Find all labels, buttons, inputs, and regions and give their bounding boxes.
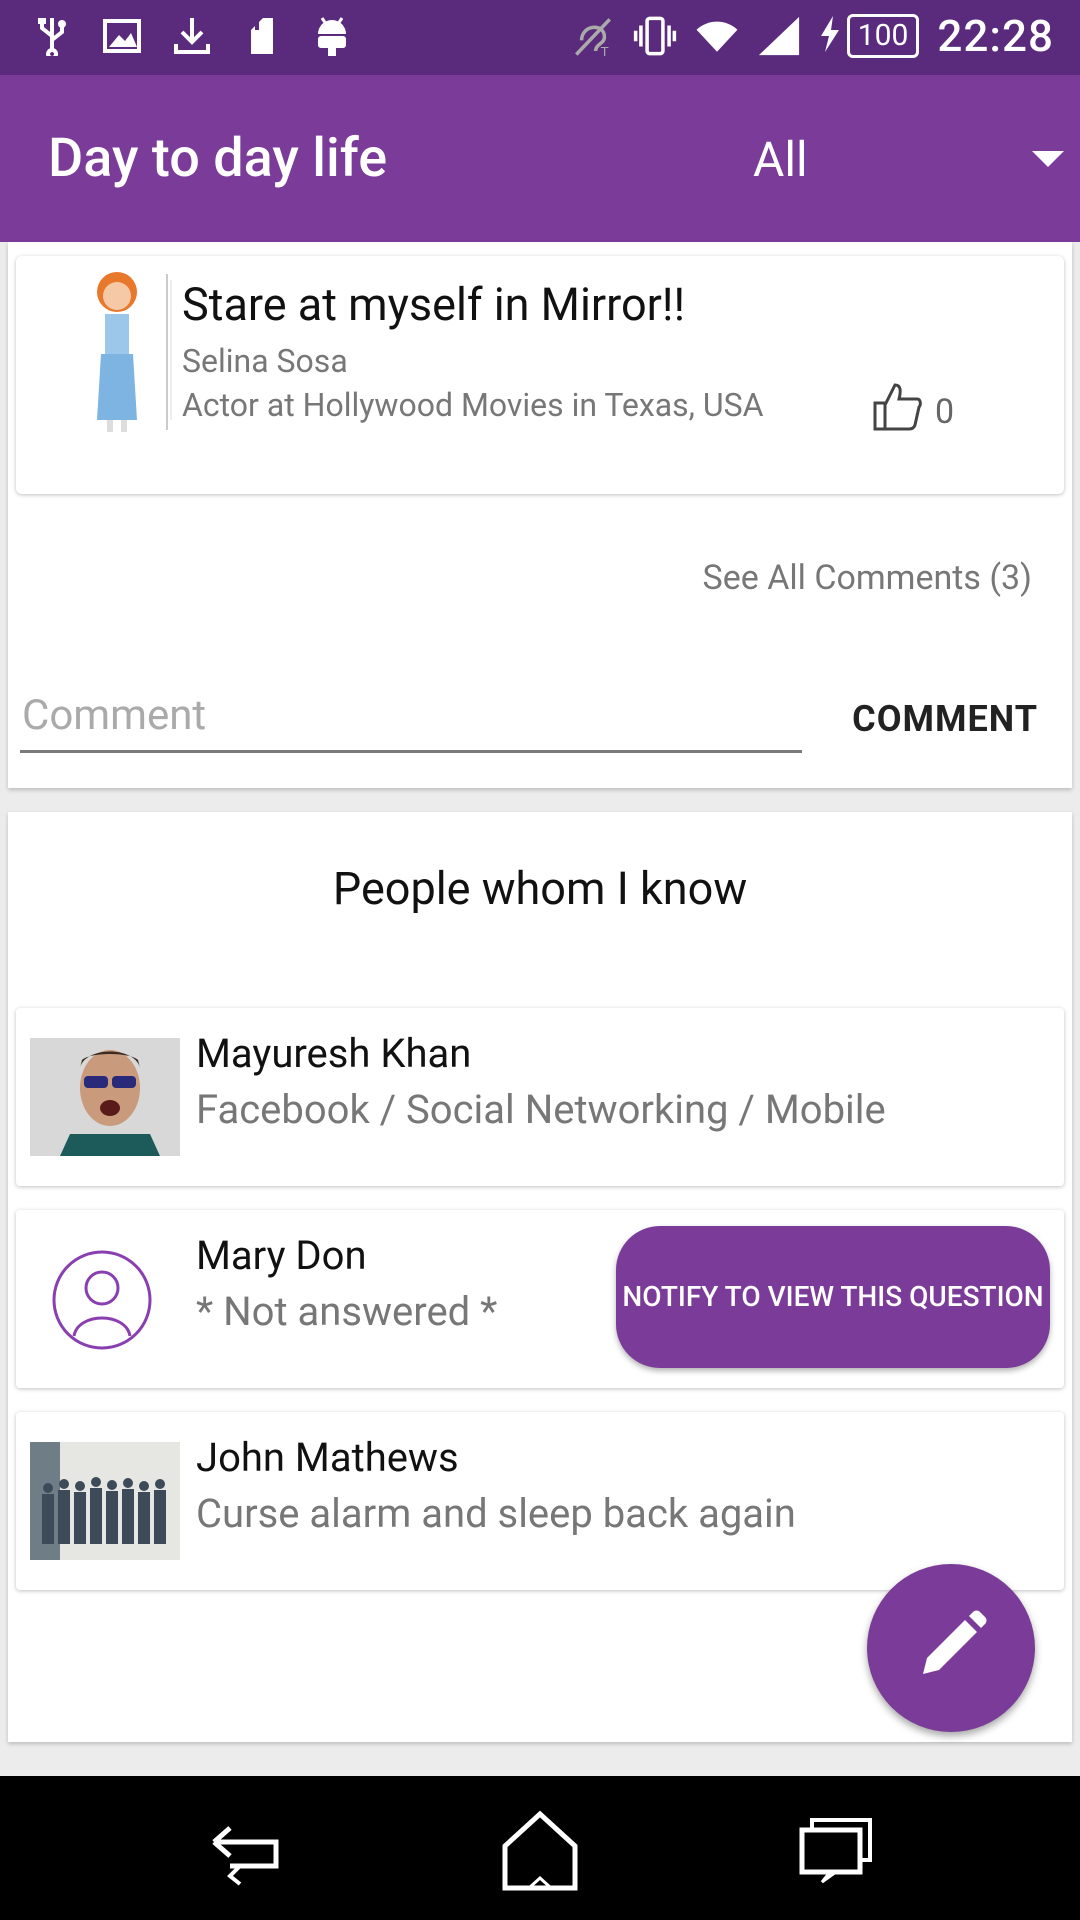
comment-button[interactable]: COMMENT — [852, 698, 1038, 740]
person-photo — [30, 1442, 180, 1560]
post-author: Selina Sosa — [182, 342, 348, 380]
like-button[interactable]: 0 — [871, 381, 954, 442]
page-title: Day to day life — [48, 127, 388, 190]
pencil-icon — [911, 1606, 991, 1690]
person-photo — [30, 1038, 180, 1156]
post-card: Stare at myself in Mirror!! Selina Sosa … — [8, 242, 1072, 788]
charging-icon — [819, 14, 841, 58]
image-icon — [100, 14, 144, 58]
signal-icon — [757, 14, 801, 58]
clock: 22:28 — [937, 10, 1054, 62]
default-avatar-icon — [30, 1240, 180, 1358]
notify-button[interactable]: NOTIFY TO VIEW THIS QUESTION — [616, 1226, 1050, 1368]
comment-input[interactable] — [20, 680, 802, 753]
person-item[interactable]: John Mathews Curse alarm and sleep back … — [16, 1412, 1064, 1590]
battery-level: 100 — [846, 14, 920, 58]
hearing-aid-icon: T — [571, 14, 615, 59]
filter-dropdown[interactable]: All — [753, 131, 808, 188]
vibrate-icon — [633, 14, 677, 58]
see-all-comments-link[interactable]: See All Comments (3) — [703, 558, 1032, 598]
person-name: Mary Don — [196, 1232, 367, 1279]
person-name: Mayuresh Khan — [196, 1030, 472, 1077]
wifi-icon — [695, 14, 739, 58]
app-bar: Day to day life All — [0, 75, 1080, 242]
person-item[interactable]: Mary Don * Not answered * NOTIFY TO VIEW… — [16, 1210, 1064, 1388]
post-author-occupation: Actor at Hollywood Movies in Texas, USA — [182, 386, 764, 424]
like-count: 0 — [935, 391, 955, 432]
person-description: Facebook / Social Networking / Mobile — [196, 1086, 886, 1133]
sim-icon — [240, 14, 284, 58]
author-avatar — [71, 270, 181, 435]
chevron-down-icon[interactable] — [1032, 151, 1064, 167]
section-title: People whom I know — [332, 862, 748, 915]
usb-icon — [30, 14, 74, 58]
compose-fab[interactable] — [867, 1564, 1035, 1732]
post-title: Stare at myself in Mirror!! — [182, 278, 686, 331]
download-icon — [170, 14, 214, 58]
status-bar: T 100 22:28 — [0, 0, 1080, 75]
person-name: John Mathews — [196, 1434, 459, 1481]
thumbs-up-icon — [871, 381, 923, 442]
person-description: * Not answered * — [196, 1288, 498, 1335]
android-icon — [310, 14, 354, 58]
person-description: Curse alarm and sleep back again — [196, 1490, 796, 1537]
svg-text:T: T — [600, 45, 609, 59]
person-item[interactable]: Mayuresh Khan Facebook / Social Networki… — [16, 1008, 1064, 1186]
back-icon[interactable] — [200, 1806, 290, 1896]
recent-apps-icon[interactable] — [790, 1806, 880, 1896]
system-nav-bar — [0, 1776, 1080, 1920]
home-icon[interactable] — [495, 1806, 585, 1896]
post-item[interactable]: Stare at myself in Mirror!! Selina Sosa … — [16, 256, 1064, 494]
